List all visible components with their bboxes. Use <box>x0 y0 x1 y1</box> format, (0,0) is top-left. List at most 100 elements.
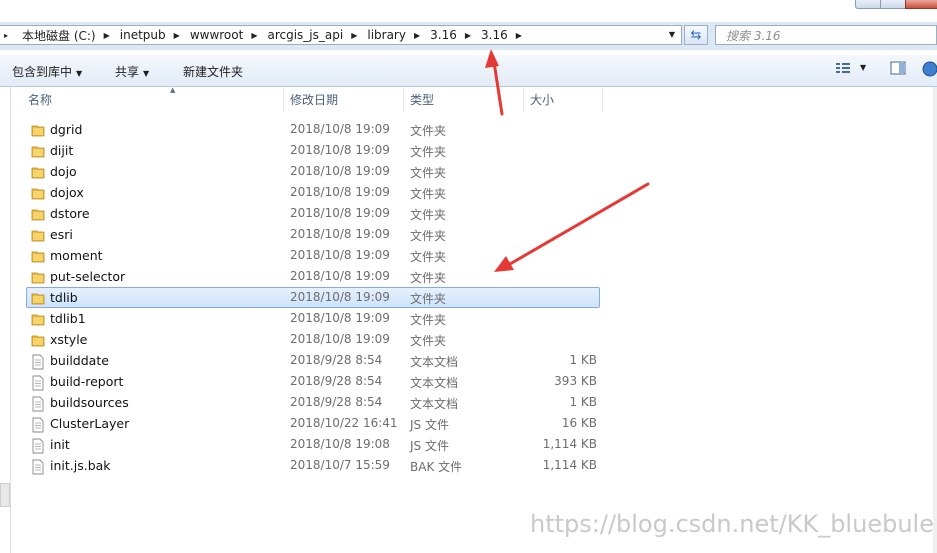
file-modified: 2018/10/8 19:09 <box>290 206 390 220</box>
column-header-row: 名称 ▲ 修改日期 类型 大小 <box>20 86 605 112</box>
file-type: 文件夹 <box>410 124 447 138</box>
breadcrumb-label: inetpub <box>119 28 166 42</box>
file-name: init.js.bak <box>50 458 111 473</box>
file-name: moment <box>50 248 103 263</box>
help-icon <box>922 61 937 77</box>
column-modified-header[interactable]: 修改日期 <box>282 88 404 112</box>
help-button[interactable] <box>922 61 937 80</box>
new-folder-label: 新建文件夹 <box>183 65 244 79</box>
command-bar: 包含到库中 ▼ 共享 ▼ 新建文件夹 ▼ <box>0 55 937 87</box>
file-name: dijit <box>50 143 74 158</box>
file-row[interactable]: dojo 2018/10/8 19:09 文件夹 <box>26 161 600 182</box>
file-type: JS 文件 <box>410 418 449 432</box>
breadcrumb-label: library <box>367 28 406 42</box>
breadcrumb-chevron-icon[interactable]: ▶ <box>514 31 526 40</box>
search-placeholder: 搜索 3.16 <box>726 28 781 43</box>
file-size: 1 KB <box>569 395 597 409</box>
maximize-button[interactable] <box>880 0 906 9</box>
refresh-button[interactable]: ⇆ <box>684 25 708 45</box>
file-row[interactable]: tdlib1 2018/10/8 19:09 文件夹 <box>26 308 600 329</box>
share-label: 共享 <box>115 65 140 79</box>
file-row[interactable]: dgrid 2018/10/8 19:09 文件夹 <box>26 119 600 140</box>
file-row[interactable]: moment 2018/10/8 19:09 文件夹 <box>26 245 600 266</box>
file-modified: 2018/10/8 19:09 <box>290 164 390 178</box>
breadcrumb-chevron-icon[interactable]: ▶ <box>102 31 114 40</box>
folder-icon <box>31 165 45 179</box>
breadcrumb-chevron-icon[interactable]: ▶ <box>412 31 424 40</box>
folder-icon <box>31 123 45 137</box>
breadcrumb-chevron-icon[interactable]: ▶ <box>249 31 261 40</box>
file-row[interactable]: ClusterLayer 2018/10/22 16:41 JS 文件 16 KB <box>26 413 600 434</box>
vertical-scrollbar[interactable] <box>933 87 937 553</box>
document-icon <box>31 438 45 454</box>
folder-icon <box>31 144 45 158</box>
file-modified: 2018/10/8 19:09 <box>290 185 390 199</box>
file-type: 文件夹 <box>410 208 447 222</box>
address-bar[interactable]: ▸ 本地磁盘 (C:) ▶ inetpub ▶ wwwroot ▶ arcgis_js_ap… <box>0 25 682 45</box>
close-button[interactable] <box>905 0 937 9</box>
folder-icon <box>31 333 45 347</box>
new-folder-button[interactable]: 新建文件夹 <box>183 63 243 80</box>
view-options-button[interactable] <box>835 61 851 78</box>
file-name: put-selector <box>50 269 126 284</box>
file-type: 文件夹 <box>410 313 447 327</box>
file-row[interactable]: tdlib 2018/10/8 19:09 文件夹 <box>26 287 600 308</box>
nav-scrollbar-thumb[interactable] <box>0 483 10 507</box>
file-type: BAK 文件 <box>410 460 463 474</box>
file-row[interactable]: dstore 2018/10/8 19:09 文件夹 <box>26 203 600 224</box>
folder-icon <box>31 228 45 242</box>
file-size: 1,114 KB <box>542 437 597 451</box>
file-row[interactable]: build-report 2018/9/28 8:54 文本文档 393 KB <box>26 371 600 392</box>
file-row[interactable]: builddate 2018/9/28 8:54 文本文档 1 KB <box>26 350 600 371</box>
column-size-header[interactable]: 大小 <box>522 88 603 112</box>
file-modified: 2018/9/28 8:54 <box>290 395 383 409</box>
preview-pane-button[interactable] <box>890 61 906 78</box>
view-list-icon <box>836 63 850 73</box>
breadcrumb-segment[interactable]: 3.16 ▶ <box>475 26 526 44</box>
file-row[interactable]: init 2018/10/8 19:08 JS 文件 1,114 KB <box>26 434 600 455</box>
share-button[interactable]: 共享 ▼ <box>115 63 149 80</box>
breadcrumb-chevron-icon[interactable]: ▶ <box>349 31 361 40</box>
chevron-down-icon: ▼ <box>860 63 867 72</box>
breadcrumb-segment[interactable]: library ▶ <box>361 26 424 44</box>
file-modified: 2018/10/8 19:09 <box>290 269 390 283</box>
file-type: 文件夹 <box>410 271 447 285</box>
breadcrumb-segment[interactable]: wwwroot ▶ <box>184 26 262 44</box>
file-row[interactable]: put-selector 2018/10/8 19:09 文件夹 <box>26 266 600 287</box>
file-row[interactable]: buildsources 2018/9/28 8:54 文本文档 1 KB <box>26 392 600 413</box>
breadcrumb-chevron-icon[interactable]: ▶ <box>463 31 475 40</box>
navigation-pane[interactable] <box>0 87 11 553</box>
include-in-library-button[interactable]: 包含到库中 ▼ <box>12 63 82 80</box>
breadcrumb-chevron-icon[interactable]: ▶ <box>172 31 184 40</box>
search-box[interactable]: 搜索 3.16 <box>715 25 937 45</box>
file-name: ClusterLayer <box>50 416 130 431</box>
breadcrumb-label: arcgis_js_api <box>267 28 344 42</box>
file-type: 文件夹 <box>410 187 447 201</box>
folder-icon <box>31 312 45 326</box>
breadcrumb-segment[interactable]: 3.16 ▶ <box>424 26 475 44</box>
file-row[interactable]: dojox 2018/10/8 19:09 文件夹 <box>26 182 600 203</box>
column-name-header[interactable]: 名称 <box>20 88 284 112</box>
minimize-button[interactable] <box>855 0 881 9</box>
refresh-icon: ⇆ <box>690 27 702 43</box>
file-type: 文件夹 <box>410 334 447 348</box>
breadcrumb-segment[interactable]: inetpub ▶ <box>114 26 184 44</box>
folder-icon <box>31 207 45 221</box>
file-name: init <box>50 437 70 452</box>
column-type-header[interactable]: 类型 <box>402 88 524 112</box>
file-row[interactable]: esri 2018/10/8 19:09 文件夹 <box>26 224 600 245</box>
file-type: 文件夹 <box>410 166 447 180</box>
address-dropdown-icon[interactable]: ▼ <box>669 30 675 39</box>
breadcrumb-label: 3.16 <box>481 28 508 42</box>
file-row[interactable]: dijit 2018/10/8 19:09 文件夹 <box>26 140 600 161</box>
file-type: 文件夹 <box>410 145 447 159</box>
breadcrumb-segment[interactable]: arcgis_js_api ▶ <box>261 26 361 44</box>
view-options-dropdown[interactable]: ▼ <box>860 63 866 72</box>
file-type: 文件夹 <box>410 250 447 264</box>
document-icon <box>31 459 45 475</box>
breadcrumb-segment[interactable]: 本地磁盘 (C:) ▶ <box>16 26 114 44</box>
file-row[interactable]: init.js.bak 2018/10/7 15:59 BAK 文件 1,114 KB <box>26 455 600 476</box>
file-row[interactable]: xstyle 2018/10/8 19:09 文件夹 <box>26 329 600 350</box>
document-icon <box>31 375 45 391</box>
breadcrumb-overflow-icon[interactable]: ▸ <box>0 31 16 40</box>
